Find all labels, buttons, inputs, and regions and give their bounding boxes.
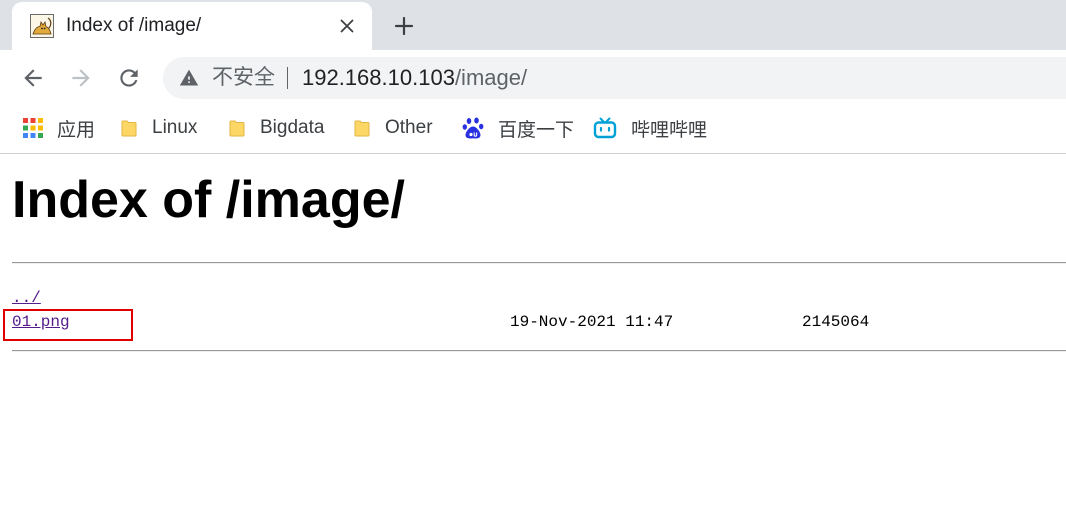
page-content: Index of /image/ ../ 01.png 19-Nov-2021 … (0, 154, 1066, 509)
bookmark-label: Linux (152, 117, 198, 138)
address-bar[interactable]: 不安全 192.168.10.103/image/ (163, 57, 1066, 99)
parent-directory-link[interactable]: ../ (12, 286, 41, 310)
bookmark-baidu[interactable]: 百度一下 (462, 110, 574, 146)
file-link[interactable]: 01.png (12, 310, 70, 334)
file-modified: 19-Nov-2021 11:47 (510, 313, 674, 331)
file-size: 2145064 (802, 313, 870, 331)
bookmark-label: Other (385, 117, 433, 138)
page-title: Index of /image/ (12, 171, 405, 229)
plus-icon (394, 16, 414, 36)
bookmark-folder-linux[interactable]: Linux (120, 110, 197, 146)
new-tab-button[interactable] (390, 12, 418, 40)
bookmark-folder-bigdata[interactable]: Bigdata (228, 110, 324, 146)
security-separator (287, 67, 288, 89)
reload-icon (120, 69, 138, 87)
forward-button[interactable] (63, 60, 99, 96)
file-row: 01.png 19-Nov-2021 11:47 2145064 (0, 310, 1066, 334)
folder-icon (229, 120, 245, 137)
bookmark-label: 哔哩哔哩 (631, 119, 708, 141)
bookmark-folder-other[interactable]: Other (353, 110, 433, 146)
url-host: 192.168.10.103 (302, 65, 455, 90)
folder-icon (354, 120, 370, 137)
tab-close-button[interactable] (335, 14, 359, 38)
close-icon (340, 19, 354, 33)
divider (12, 262, 1066, 264)
tab-index-of-image[interactable]: Index of /image/ (12, 2, 372, 50)
bookmark-bilibili[interactable]: 哔哩哔哩 (593, 110, 707, 146)
warning-triangle-icon[interactable] (179, 68, 199, 88)
baidu-icon (462, 117, 484, 139)
tab-strip: Index of /image/ (0, 0, 1066, 50)
bookmark-label: Bigdata (260, 117, 325, 138)
reload-button[interactable] (111, 60, 147, 96)
back-button[interactable] (15, 60, 51, 96)
bookmarks-bar: 应用 Linux Bigdata Other 百度一下 哔哩哔哩 (0, 103, 1066, 153)
arrow-right-icon (72, 69, 90, 87)
apps-grid-icon (23, 118, 43, 138)
divider (12, 350, 1066, 352)
bookmark-apps[interactable]: 应用 (23, 110, 95, 146)
folder-icon (121, 120, 137, 137)
tomcat-icon (30, 14, 54, 38)
security-status-label[interactable]: 不安全 (212, 57, 275, 99)
tab-title: Index of /image/ (66, 15, 202, 36)
url-path: /image/ (454, 65, 528, 90)
browser-toolbar: 不安全 192.168.10.103/image/ (0, 50, 1066, 103)
arrow-left-icon (24, 69, 42, 87)
url-text[interactable]: 192.168.10.103/image/ (302, 57, 527, 99)
bilibili-icon (593, 117, 617, 139)
bookmark-label: 应用 (57, 119, 96, 141)
bookmark-label: 百度一下 (498, 119, 575, 141)
